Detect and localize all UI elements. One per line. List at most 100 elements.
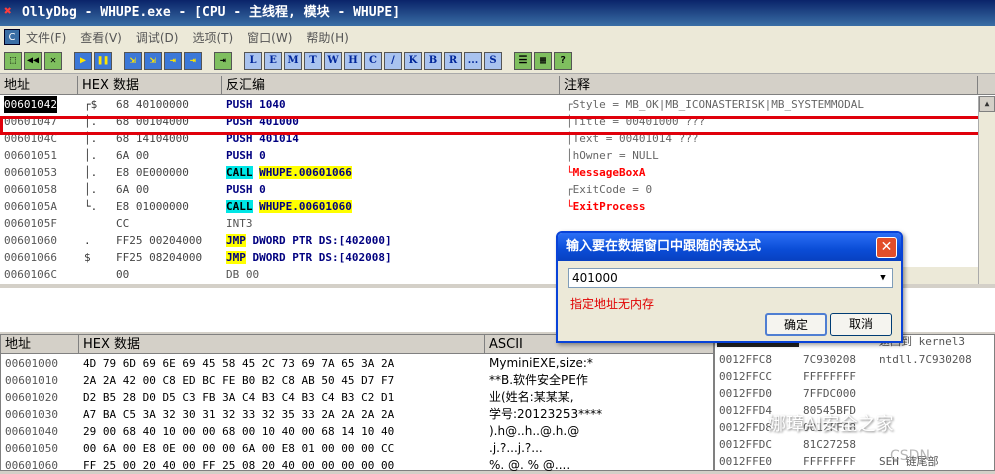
pause-icon[interactable]: ❚❚: [94, 51, 112, 70]
row-hex: 6A 00: [116, 149, 150, 162]
dump-address: 00601010: [5, 374, 58, 387]
menu-window[interactable]: 窗口(W): [247, 29, 292, 46]
col-hex[interactable]: HEX 数据: [78, 76, 222, 95]
dump-ascii: **B.软件安全PE作: [489, 373, 588, 387]
row-comment: └ExitProcess: [566, 200, 646, 213]
stack-address: 0012FFD8: [719, 421, 772, 434]
call-target: WHUPE.00601066: [259, 166, 352, 179]
toolbar: ⬚ ◀◀ ✕ ▶ ❚❚ ⇲ ⇲ ⇥ ⇥ ⇥ L E M T W H C / K …: [0, 48, 995, 74]
run-icon[interactable]: ▶: [74, 51, 92, 70]
dump-ascii: .j.?...j.?...: [489, 441, 543, 455]
col-disasm[interactable]: 反汇编: [222, 76, 560, 95]
row-bracket: │.: [84, 166, 98, 179]
stack-value: FFFFFFFF: [803, 370, 856, 383]
menu-help[interactable]: 帮助(H): [306, 29, 348, 46]
dump-ascii: 学号:20123253****: [489, 407, 603, 421]
trace-into-icon[interactable]: ⇥: [164, 51, 182, 70]
row-comment: ┌ExitCode = 0: [566, 183, 653, 196]
dump-hex: 4D 79 6D 69 6E 69 45 58 45 2C 73 69 7A 6…: [83, 357, 395, 370]
ok-button[interactable]: 确定: [765, 313, 827, 336]
disasm-row[interactable]: 0060105A └. E8 01000000 CALL WHUPE.00601…: [0, 198, 978, 215]
help-icon[interactable]: ?: [554, 51, 572, 70]
row-comment: │hOwner = NULL: [566, 149, 659, 162]
cpu-button[interactable]: C: [364, 51, 382, 70]
row-disasm: DB 00: [226, 268, 260, 281]
dump-address: 00601020: [5, 391, 58, 404]
references-button[interactable]: R: [444, 51, 462, 70]
col-comment[interactable]: 注释: [560, 76, 978, 95]
trace-over-icon[interactable]: ⇥: [184, 51, 202, 70]
disasm-row[interactable]: 00601058 │. 6A 00 PUSH 0 ┌ExitCode = 0: [0, 181, 978, 198]
row-hex: CC: [116, 217, 130, 230]
row-address: 00601058: [4, 183, 57, 196]
disassembly-scrollbar[interactable]: ▲: [978, 96, 995, 284]
row-hex: FF25 08204000: [116, 251, 203, 264]
jmp-mnemonic: JMP: [226, 234, 246, 247]
call-mnemonic: CALL: [226, 200, 253, 213]
cpu-window-icon[interactable]: C: [4, 29, 20, 45]
source-button[interactable]: S: [484, 51, 502, 70]
row-hex: 68 40100000: [116, 98, 189, 111]
close-icon[interactable]: ✕: [876, 237, 897, 258]
close-program-icon[interactable]: ✕: [44, 51, 62, 70]
row-disasm: CALL WHUPE.00601060: [226, 198, 352, 215]
patches-button[interactable]: /: [384, 51, 402, 70]
execute-till-return-icon[interactable]: ⇥: [214, 51, 232, 70]
disasm-row[interactable]: 00601053 │. E8 0E000000 CALL WHUPE.00601…: [0, 164, 978, 181]
stack-pane[interactable]: 返回到 kernel3 0012FFC8 7C930208 ntdll.7C9302…: [714, 334, 995, 471]
run-trace-button[interactable]: ...: [464, 51, 482, 70]
menu-view[interactable]: 查看(V): [80, 29, 122, 46]
step-over-icon[interactable]: ⇲: [144, 51, 162, 70]
grid-icon[interactable]: ▦: [534, 51, 552, 70]
dump-col-hex[interactable]: HEX 数据: [79, 335, 485, 354]
dump-address: 00601060: [5, 459, 58, 472]
stack-address: 0012FFC8: [719, 353, 772, 366]
menu-debug[interactable]: 调试(D): [136, 29, 179, 46]
menu-options[interactable]: 选项(T): [192, 29, 233, 46]
threads-button[interactable]: T: [304, 51, 322, 70]
memory-button[interactable]: M: [284, 51, 302, 70]
row-address: 00601051: [4, 149, 57, 162]
dump-ascii: ).h@..h..@.h.@: [489, 424, 580, 438]
stack-address: 0012FFD0: [719, 387, 772, 400]
log-button[interactable]: L: [244, 51, 262, 70]
menu-bar: C 文件(F) 查看(V) 调试(D) 选项(T) 窗口(W) 帮助(H): [0, 26, 995, 48]
window-title: OllyDbg - WHUPE.exe - [CPU - 主线程, 模块 - W…: [22, 5, 401, 20]
disasm-row[interactable]: 00601051 │. 6A 00 PUSH 0 │hOwner = NULL: [0, 147, 978, 164]
row-address: 00601042: [4, 96, 57, 113]
open-icon[interactable]: ⬚: [4, 51, 22, 70]
call-stack-button[interactable]: K: [404, 51, 422, 70]
row-bracket: │.: [84, 149, 98, 162]
handles-button[interactable]: H: [344, 51, 362, 70]
row-disasm: PUSH 1040: [226, 98, 286, 111]
list-icon[interactable]: ☰: [514, 51, 532, 70]
breakpoints-button[interactable]: B: [424, 51, 442, 70]
row-hex: E8 0E000000: [116, 166, 189, 179]
stack-address: 0012FFDC: [719, 438, 772, 451]
disasm-row[interactable]: 00601042 ┌$ 68 40100000 PUSH 1040 ┌Style…: [0, 96, 978, 113]
expression-combobox[interactable]: ▼: [568, 268, 893, 288]
dump-hex: 2A 2A 42 00 C8 ED BC FE B0 B2 C8 AB 50 4…: [83, 374, 395, 387]
chevron-down-icon[interactable]: ▼: [874, 269, 892, 287]
dump-ascii: 业(姓名:某某某,: [489, 390, 574, 404]
dump-col-address[interactable]: 地址: [1, 335, 79, 354]
expression-input[interactable]: [569, 269, 874, 287]
row-address: 0060106C: [4, 268, 57, 281]
modules-button[interactable]: E: [264, 51, 282, 70]
cancel-button[interactable]: 取消: [830, 313, 892, 336]
row-disasm: PUSH 0: [226, 183, 266, 196]
dump-pane[interactable]: 地址 HEX 数据 ASCII 00601000 4D 79 6D 69 6E 6…: [0, 334, 714, 472]
step-into-icon[interactable]: ⇲: [124, 51, 142, 70]
menu-file[interactable]: 文件(F): [26, 29, 66, 46]
windows-button[interactable]: W: [324, 51, 342, 70]
call-mnemonic: CALL: [226, 166, 253, 179]
disasm-row[interactable]: 0060105F CC INT3: [0, 215, 978, 232]
col-address[interactable]: 地址: [0, 76, 78, 95]
row-comment: └MessageBoxA: [566, 166, 646, 179]
scroll-up-icon[interactable]: ▲: [979, 96, 995, 112]
row-comment: ┌Style = MB_OK|MB_ICONASTERISK|MB_SYSTEM…: [566, 98, 865, 111]
jmp-target: DWORD PTR DS:[402008]: [252, 251, 392, 264]
row-bracket: $: [84, 251, 91, 264]
row-address: 0060105A: [4, 200, 57, 213]
restart-icon[interactable]: ◀◀: [24, 51, 42, 70]
